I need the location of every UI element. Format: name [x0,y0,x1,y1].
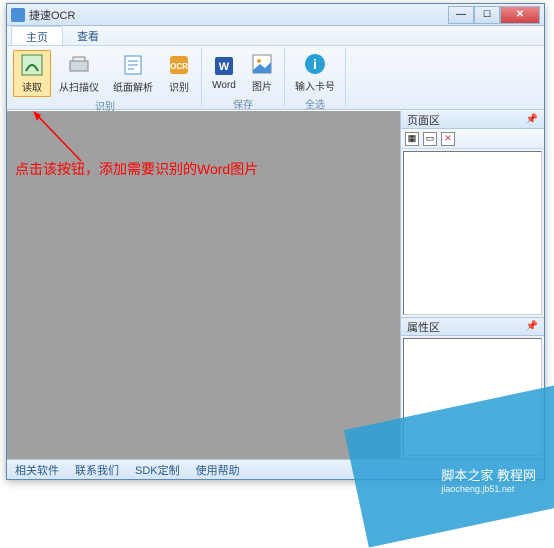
ribbon-group-select: i 输入卡号 全选 [285,48,346,107]
word-label: Word [212,80,236,91]
ribbon-group-recognize: 读取 从扫描仪 纸面解析 OCR 识别 识别 [9,48,202,107]
word-icon: W [212,54,236,78]
image-button[interactable]: 图片 [244,50,280,95]
minimize-button[interactable] [448,6,474,24]
page-area-title: 页面区 [407,112,440,128]
ocr-button[interactable]: OCR 识别 [161,50,197,97]
page-area-header: 页面区 📌 [401,111,544,129]
tool-thumb-icon[interactable]: ▦ [405,132,419,146]
status-help[interactable]: 使用帮助 [196,462,240,478]
menubar: 主页 查看 [7,26,544,46]
app-icon [11,8,25,22]
info-icon: i [303,52,327,76]
status-sdk[interactable]: SDK定制 [135,462,180,478]
arrow-annotation [31,111,91,165]
maximize-button[interactable] [474,6,500,24]
svg-text:W: W [219,61,230,73]
ribbon-group-save: W Word 图片 保存 [202,48,285,107]
titlebar: 捷速OCR [7,4,544,26]
paper-parse-button[interactable]: 纸面解析 [107,50,159,97]
status-contact[interactable]: 联系我们 [75,462,119,478]
property-area-title: 属性区 [407,319,440,335]
svg-text:i: i [313,56,317,72]
read-button[interactable]: 读取 [13,50,51,97]
input-card-label: 输入卡号 [295,78,335,93]
word-button[interactable]: W Word [206,50,242,95]
close-button[interactable] [500,6,540,24]
group-label-select: 全选 [289,96,341,111]
right-panel: 页面区 📌 ▦ ▭ ✕ 属性区 📌 [400,111,544,459]
tab-home[interactable]: 主页 [11,26,63,45]
content-area: 点击该按钮，添加需要识别的Word图片 页面区 📌 ▦ ▭ ✕ 属性区 📌 [7,111,544,459]
property-area-body [403,338,542,456]
scanner-icon [67,53,91,77]
pin-icon[interactable]: 📌 [526,114,538,125]
canvas-area: 点击该按钮，添加需要识别的Word图片 [7,111,400,459]
ribbon: 读取 从扫描仪 纸面解析 OCR 识别 识别 W [7,46,544,110]
ocr-label: 识别 [169,79,189,94]
annotation-text: 点击该按钮，添加需要识别的Word图片 [15,159,258,179]
group-label-save: 保存 [206,96,280,111]
paper-parse-label: 纸面解析 [113,79,153,94]
image-label: 图片 [252,78,272,93]
status-related-software[interactable]: 相关软件 [15,462,59,478]
read-label: 读取 [22,79,42,94]
page-area-toolbar: ▦ ▭ ✕ [401,129,544,149]
read-icon [20,53,44,77]
main-window: 捷速OCR 主页 查看 读取 从扫描仪 纸面解析 [6,3,545,480]
ocr-icon: OCR [167,53,191,77]
scanner-label: 从扫描仪 [59,79,99,94]
page-area-panel: 页面区 📌 ▦ ▭ ✕ [401,111,544,318]
property-area-header: 属性区 📌 [401,318,544,336]
pin-icon-2[interactable]: 📌 [526,321,538,332]
window-title: 捷速OCR [29,7,448,23]
window-controls [448,6,540,24]
property-area-panel: 属性区 📌 [401,318,544,459]
statusbar: 相关软件 联系我们 SDK定制 使用帮助 [7,459,544,479]
tool-list-icon[interactable]: ▭ [423,132,437,146]
input-card-button[interactable]: i 输入卡号 [289,50,341,95]
svg-text:OCR: OCR [170,62,188,71]
tool-delete-icon[interactable]: ✕ [441,132,455,146]
tab-view[interactable]: 查看 [63,26,113,45]
page-area-body [403,151,542,315]
paper-parse-icon [121,53,145,77]
scanner-button[interactable]: 从扫描仪 [53,50,105,97]
image-icon [250,52,274,76]
